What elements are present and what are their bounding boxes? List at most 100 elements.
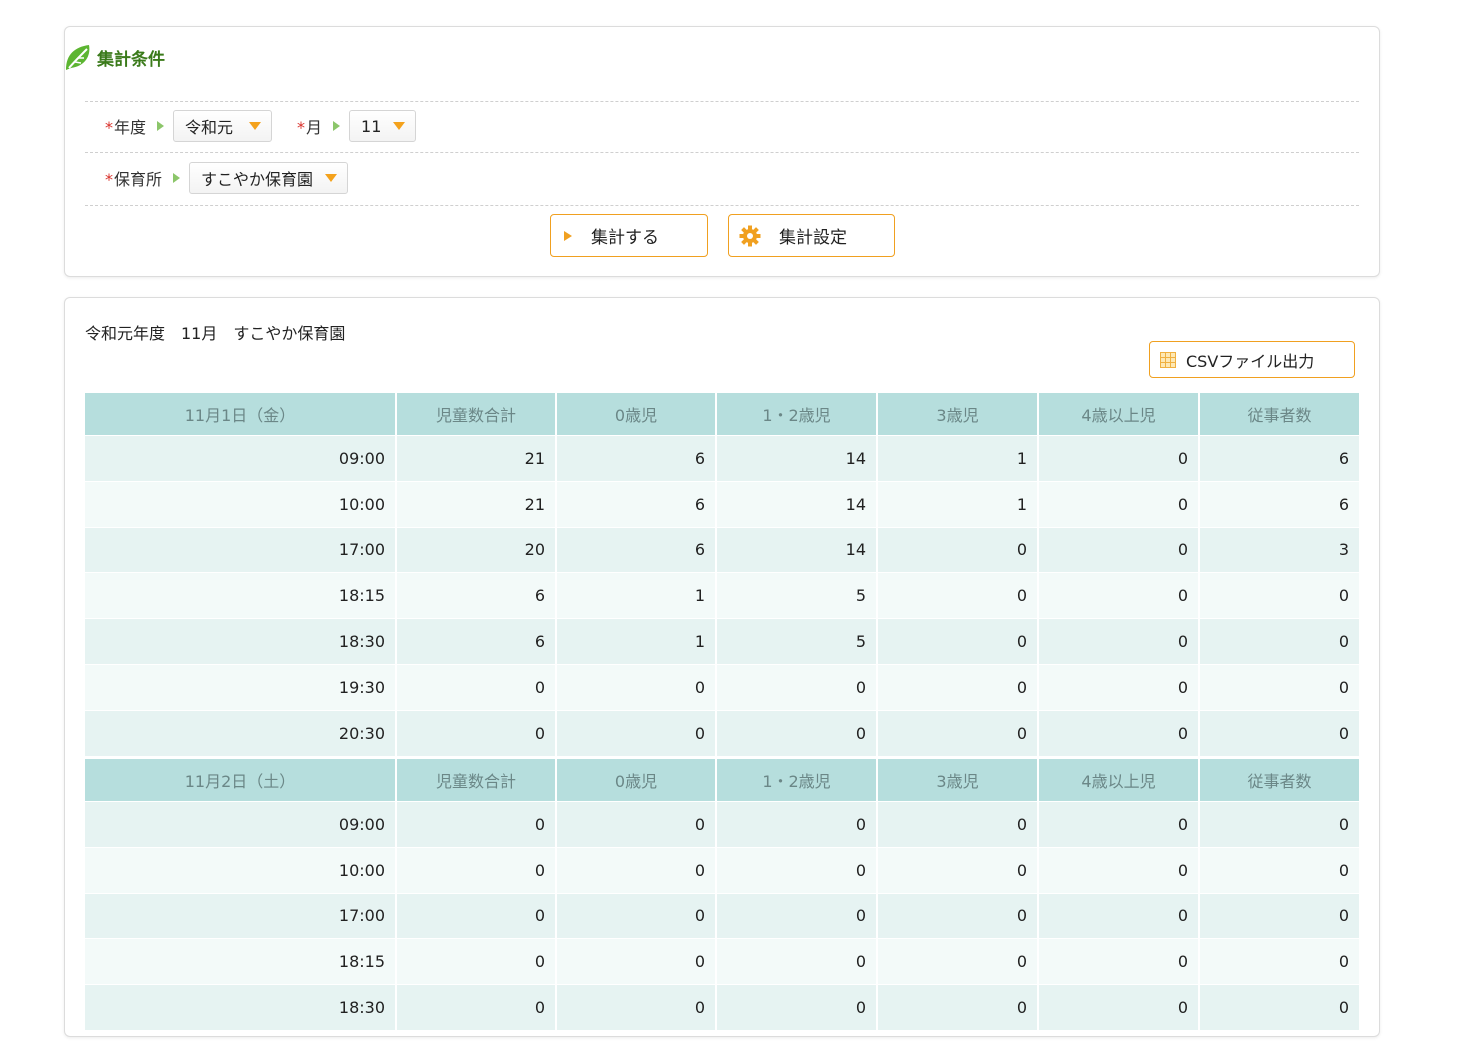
value-cell: 0 (876, 892, 1038, 939)
table-row: 09:00 0 0 0 0 0 0 (85, 801, 1359, 848)
aggregate-button-label: 集計する (591, 228, 659, 248)
month-select-value: 11 (361, 116, 382, 136)
year-select-value: 令和元 (185, 118, 234, 137)
value-cell: 0 (555, 892, 716, 939)
value-cell: 0 (715, 801, 877, 848)
gear-icon (739, 225, 761, 246)
value-cell: 0 (715, 663, 877, 711)
value-cell: 14 (715, 435, 877, 482)
settings-button-label: 集計設定 (779, 228, 847, 248)
value-cell: 0 (1198, 938, 1359, 985)
nursery-select-value: すこやか保育園 (201, 170, 314, 189)
value-cell: 0 (1198, 618, 1359, 665)
table-row: 18:15 6 1 5 0 0 0 (85, 572, 1359, 619)
value-cell: 0 (1198, 846, 1359, 894)
table-header: 11月2日（土） 児童数合計 0歳児 1・2歳児 3歳児 4歳以上児 従事者数 (85, 759, 1359, 802)
table-row: 10:00 0 0 0 0 0 0 (85, 846, 1359, 894)
spreadsheet-icon (1160, 351, 1176, 368)
value-cell: 0 (1037, 846, 1199, 894)
value-cell: 6 (395, 572, 556, 619)
date-header: 11月1日（金） (85, 393, 396, 436)
value-cell: 0 (1037, 801, 1199, 848)
column-header: 4歳以上児 (1037, 393, 1199, 436)
value-cell: 0 (876, 663, 1038, 711)
table-row: 18:30 6 1 5 0 0 0 (85, 618, 1359, 665)
column-header: 児童数合計 (395, 759, 556, 802)
nursery-select[interactable]: すこやか保育園 (189, 162, 349, 194)
value-cell: 0 (1198, 572, 1359, 619)
table-row: 20:30 0 0 0 0 0 0 (85, 709, 1359, 756)
column-header: 3歳児 (876, 393, 1038, 436)
value-cell: 0 (1037, 526, 1199, 573)
value-cell: 5 (715, 618, 877, 665)
csv-export-button[interactable]: CSVファイル出力 (1149, 341, 1355, 378)
value-cell: 14 (715, 480, 877, 528)
value-cell: 0 (876, 801, 1038, 848)
time-cell: 18:30 (85, 618, 396, 665)
divider (85, 152, 1359, 153)
time-cell: 09:00 (85, 801, 396, 848)
value-cell: 3 (1198, 526, 1359, 573)
conditions-panel: 集計条件 *年度 令和元 *月 11 *保育所 すこやか保育園 集計する 集計設… (64, 26, 1380, 277)
aggregate-button[interactable]: 集計する (550, 214, 708, 257)
triangle-right-icon (173, 173, 181, 183)
column-header: 従事者数 (1198, 393, 1359, 436)
value-cell: 6 (1198, 435, 1359, 482)
value-cell: 0 (876, 709, 1038, 756)
value-cell: 0 (1037, 709, 1199, 756)
caret-down-icon (325, 174, 338, 182)
value-cell: 6 (1198, 480, 1359, 528)
value-cell: 1 (876, 435, 1038, 482)
time-cell: 17:00 (85, 526, 396, 573)
conditions-title-row: 集計条件 (65, 41, 165, 73)
value-cell: 0 (1037, 663, 1199, 711)
day-table-2: 11月2日（土） 児童数合計 0歳児 1・2歳児 3歳児 4歳以上児 従事者数 … (85, 759, 1359, 1030)
value-cell: 14 (715, 526, 877, 573)
value-cell: 0 (555, 709, 716, 756)
value-cell: 0 (715, 938, 877, 985)
divider (85, 205, 1359, 206)
value-cell: 0 (1198, 709, 1359, 756)
value-cell: 0 (555, 984, 716, 1030)
value-cell: 0 (876, 618, 1038, 665)
value-cell: 0 (395, 984, 556, 1030)
value-cell: 0 (715, 846, 877, 894)
table-header: 11月1日（金） 児童数合計 0歳児 1・2歳児 3歳児 4歳以上児 従事者数 (85, 393, 1359, 436)
value-cell: 0 (395, 709, 556, 756)
result-panel: 令和元年度 11月 すこやか保育園 CSVファイル出力 11月1日（金） 児童数… (64, 297, 1380, 1037)
time-cell: 19:30 (85, 663, 396, 711)
result-summary: 令和元年度 11月 すこやか保育園 (85, 324, 346, 343)
column-header: 児童数合計 (395, 393, 556, 436)
value-cell: 0 (555, 846, 716, 894)
value-cell: 0 (555, 663, 716, 711)
value-cell: 0 (1198, 892, 1359, 939)
value-cell: 6 (395, 618, 556, 665)
triangle-right-icon (157, 121, 165, 131)
table-row: 17:00 0 0 0 0 0 0 (85, 892, 1359, 939)
column-header: 従事者数 (1198, 759, 1359, 802)
value-cell: 21 (395, 480, 556, 528)
value-cell: 0 (1037, 938, 1199, 985)
caret-down-icon (393, 122, 406, 130)
table-row: 19:30 0 0 0 0 0 0 (85, 663, 1359, 711)
nursery-label: *保育所 (105, 170, 163, 189)
value-cell: 0 (1037, 480, 1199, 528)
nursery-row: *保育所 すこやか保育園 (105, 161, 349, 195)
settings-button[interactable]: 集計設定 (728, 214, 895, 257)
value-cell: 6 (555, 480, 716, 528)
value-cell: 1 (555, 572, 716, 619)
year-select[interactable]: 令和元 (173, 110, 273, 142)
column-header: 3歳児 (876, 759, 1038, 802)
month-select[interactable]: 11 (349, 110, 417, 142)
value-cell: 0 (555, 801, 716, 848)
value-cell: 1 (876, 480, 1038, 528)
time-cell: 20:30 (85, 709, 396, 756)
time-cell: 17:00 (85, 892, 396, 939)
table-row: 18:15 0 0 0 0 0 0 (85, 938, 1359, 985)
value-cell: 0 (1198, 663, 1359, 711)
value-cell: 0 (1198, 984, 1359, 1030)
value-cell: 6 (555, 526, 716, 573)
value-cell: 0 (395, 938, 556, 985)
table-row: 10:00 21 6 14 1 0 6 (85, 480, 1359, 528)
time-cell: 10:00 (85, 480, 396, 528)
